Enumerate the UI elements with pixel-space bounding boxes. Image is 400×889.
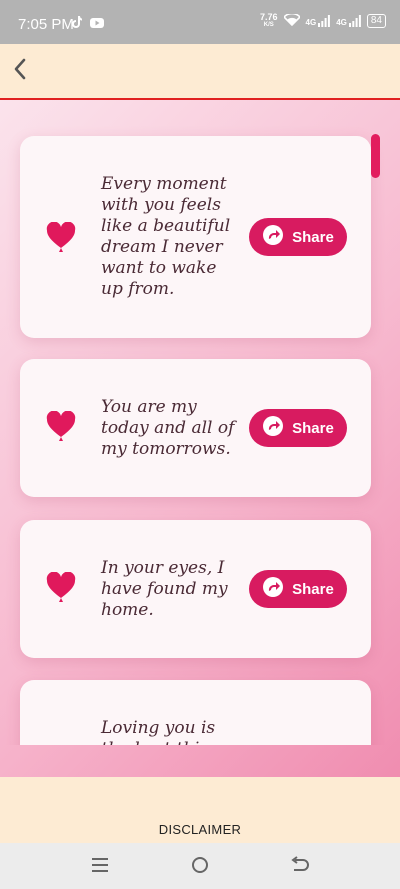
battery-icon: 84 xyxy=(366,14,386,28)
menu-nav-button[interactable] xyxy=(88,855,112,879)
heart-icon[interactable] xyxy=(46,221,76,252)
footer: DISCLAIMER xyxy=(0,777,400,843)
quote-text: Loving you is the best thing xyxy=(101,718,221,745)
scrollbar-thumb[interactable] xyxy=(371,134,380,178)
quote-card: Loving you is the best thing xyxy=(20,680,371,745)
share-icon xyxy=(262,576,284,602)
status-time: 7:05 PM xyxy=(18,16,74,33)
back-button[interactable] xyxy=(6,56,34,86)
share-button[interactable]: Share xyxy=(249,218,347,256)
share-label: Share xyxy=(292,419,334,437)
share-button[interactable]: Share xyxy=(249,409,347,447)
share-button[interactable]: Share xyxy=(249,570,347,608)
network-speed: 7.76 K/S xyxy=(260,12,278,29)
home-circle-icon xyxy=(191,856,209,879)
quotes-list[interactable]: Every moment with you feels like a beaut… xyxy=(0,100,400,745)
share-icon xyxy=(262,224,284,250)
signal-icon-1: 4G xyxy=(306,15,331,27)
tiktok-icon xyxy=(72,15,82,31)
share-label: Share xyxy=(292,228,334,246)
quote-text: Every moment with you feels like a beaut… xyxy=(101,174,231,299)
status-bar: 7:05 PM 7.76 K/S 4G 4G 84 xyxy=(0,0,400,44)
home-nav-button[interactable] xyxy=(188,855,212,879)
share-label: Share xyxy=(292,580,334,598)
quote-card: You are my today and all of my tomorrows… xyxy=(20,359,371,497)
quote-text: You are my today and all of my tomorrows… xyxy=(101,397,235,459)
quote-card: In your eyes, I have found my home. Shar… xyxy=(20,520,371,658)
signal-icon-2: 4G xyxy=(336,15,361,27)
youtube-icon xyxy=(90,15,104,31)
quotes-content: Every moment with you feels like a beaut… xyxy=(0,100,400,777)
share-icon xyxy=(262,415,284,441)
heart-icon[interactable] xyxy=(46,410,76,441)
menu-icon xyxy=(91,857,109,878)
back-nav-button[interactable] xyxy=(288,855,312,879)
heart-icon[interactable] xyxy=(46,571,76,602)
back-arrow-icon xyxy=(290,855,310,879)
chevron-left-icon xyxy=(13,58,27,85)
quote-card: Every moment with you feels like a beaut… xyxy=(20,136,371,338)
system-nav-bar xyxy=(0,843,400,889)
quote-text: In your eyes, I have found my home. xyxy=(101,558,228,620)
app-header xyxy=(0,44,400,100)
wifi-icon xyxy=(282,12,301,28)
disclaimer-link[interactable]: DISCLAIMER xyxy=(0,822,400,837)
